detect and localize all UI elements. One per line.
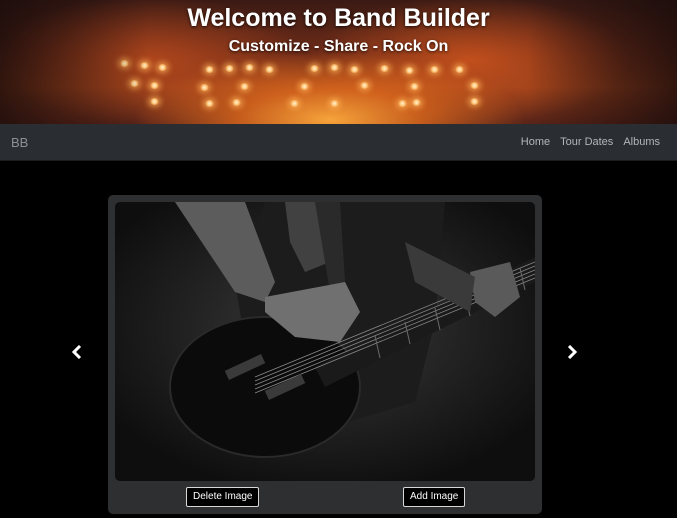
carousel-card: Delete Image Add Image	[108, 195, 542, 514]
nav-link-home[interactable]: Home	[521, 136, 550, 148]
chevron-left-icon[interactable]	[71, 344, 82, 362]
hero-banner: Welcome to Band Builder Customize - Shar…	[0, 0, 677, 124]
hero-subtitle: Customize - Share - Rock On	[228, 38, 449, 55]
navbar: BB Home Tour Dates Albums	[0, 124, 677, 161]
guitarist-photo	[115, 202, 535, 481]
nav-links: Home Tour Dates Albums	[521, 136, 660, 148]
navbar-brand[interactable]: BB	[11, 135, 28, 150]
add-image-button[interactable]: Add Image	[403, 487, 466, 507]
nav-link-tour-dates[interactable]: Tour Dates	[560, 136, 613, 148]
chevron-right-icon[interactable]	[567, 344, 578, 362]
nav-link-albums[interactable]: Albums	[623, 136, 660, 148]
hero-title: Welcome to Band Builder	[187, 4, 490, 32]
delete-image-button[interactable]: Delete Image	[186, 487, 260, 507]
